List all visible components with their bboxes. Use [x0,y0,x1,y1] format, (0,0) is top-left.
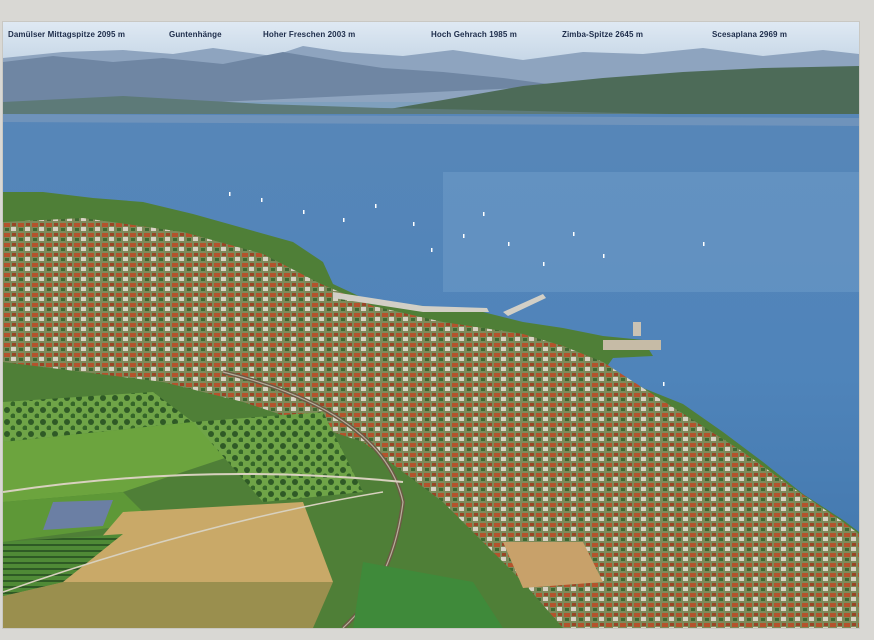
peak-labels: Damülser Mittagspitze 2095 m Guntenhänge… [3,22,859,46]
peak-label: Scesaplana 2969 m [712,30,788,39]
peak-label: Zimba-Spitze 2645 m [562,30,644,39]
postcard-photo: Damülser Mittagspitze 2095 m Guntenhänge… [3,22,859,628]
peak-label: Hoch Gehrach 1985 m [431,30,517,39]
castle-tower [633,322,641,336]
aerial-landscape-image [3,22,859,628]
peak-label: Damülser Mittagspitze 2095 m [8,30,126,39]
peak-label: Hoher Freschen 2003 m [263,30,356,39]
peak-label: Guntenhänge [169,30,222,39]
